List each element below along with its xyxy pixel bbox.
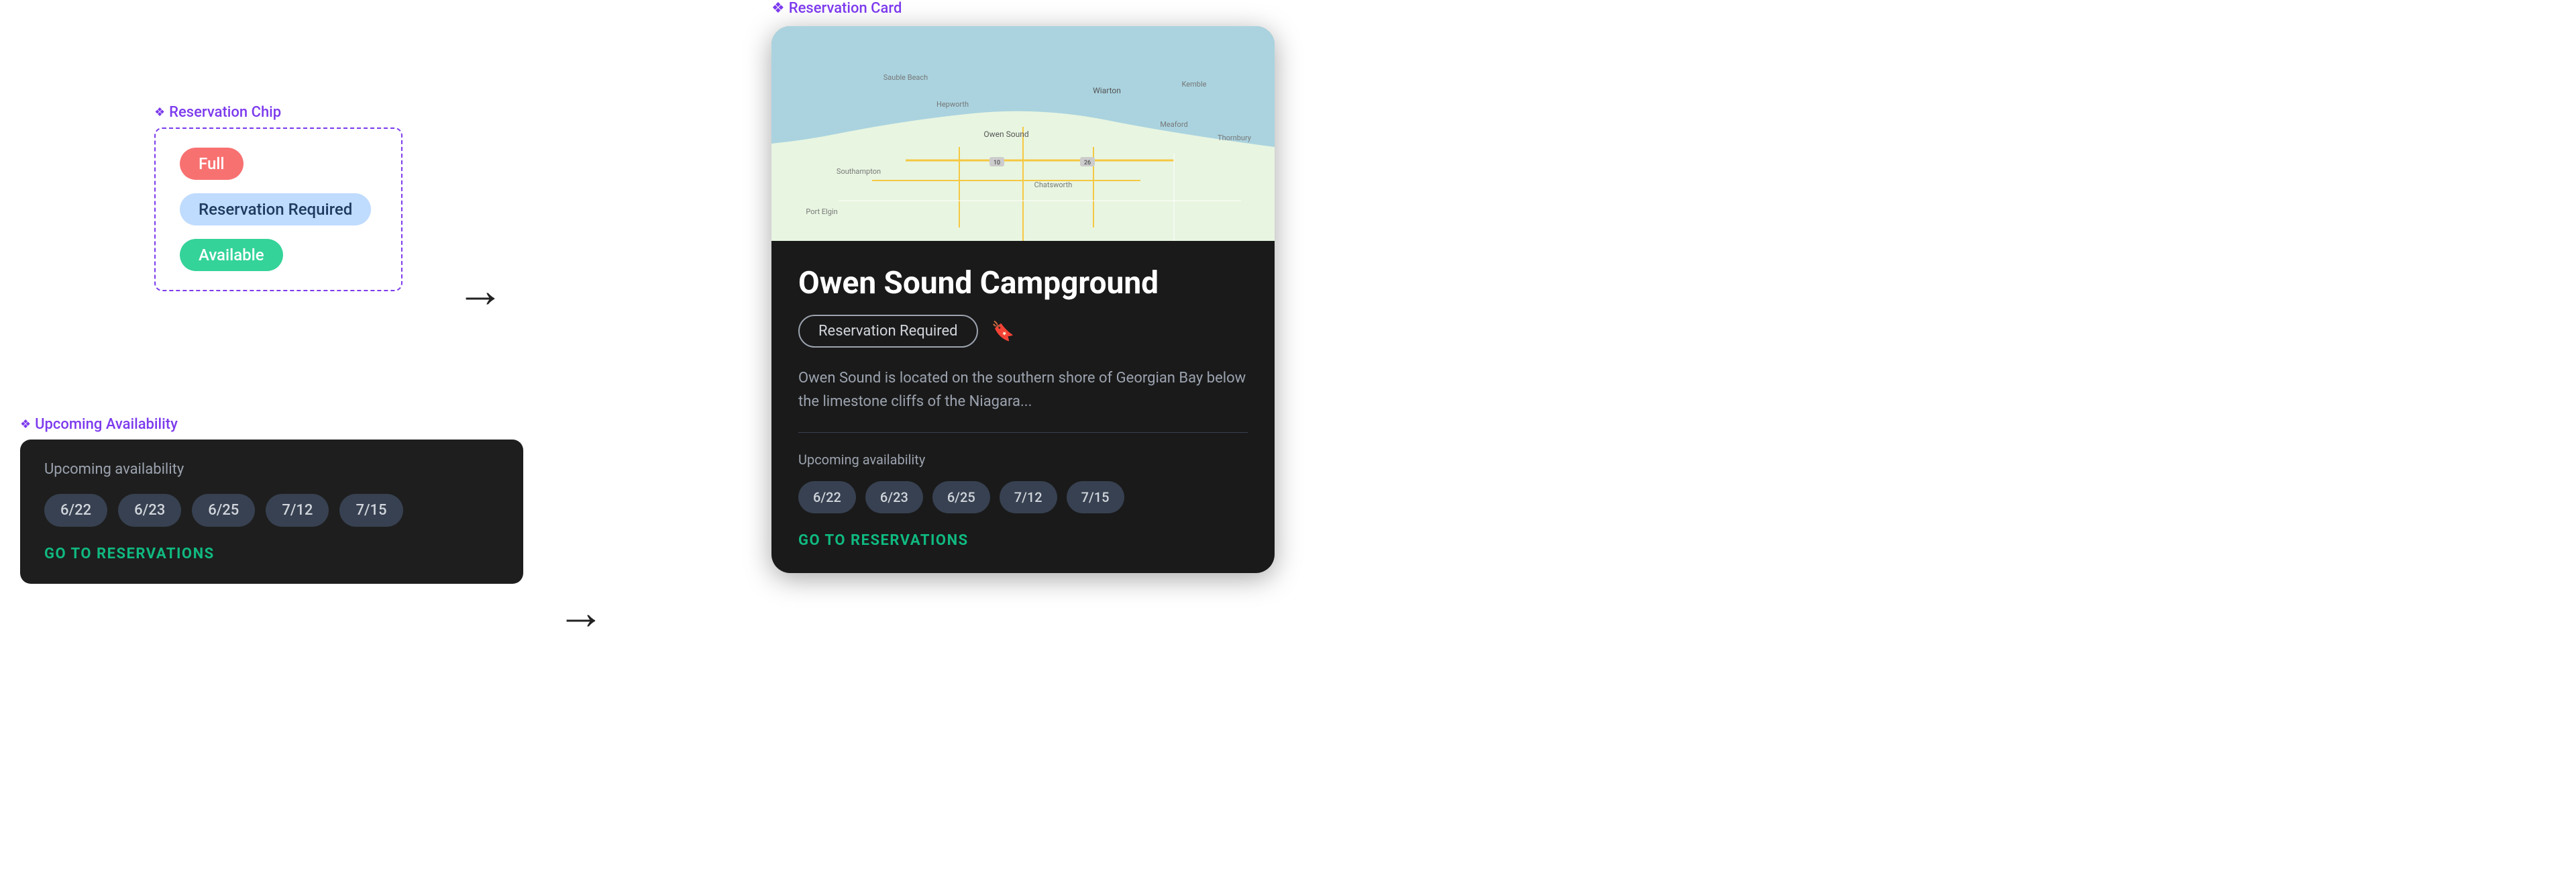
card-date-chip-0[interactable]: 6/22 xyxy=(798,481,856,513)
chip-reservation[interactable]: Reservation Required xyxy=(180,193,371,225)
date-chip-1[interactable]: 6/23 xyxy=(118,494,181,527)
upcoming-section: ❖ Upcoming Availability Upcoming availab… xyxy=(20,416,523,584)
chip-box: Full Reservation Required Available xyxy=(154,127,402,291)
svg-text:Hepworth: Hepworth xyxy=(936,100,969,109)
reservation-card-section: ❖ Reservation Card Ow xyxy=(771,0,1275,573)
card-upcoming-label: Upcoming availability xyxy=(798,452,1248,468)
campground-description: Owen Sound is located on the southern sh… xyxy=(798,366,1248,413)
map-area: Owen Sound Meaford Southampton Wiarton S… xyxy=(771,26,1275,241)
date-chip-0[interactable]: 6/22 xyxy=(44,494,107,527)
svg-text:Chatsworth: Chatsworth xyxy=(1034,181,1073,189)
svg-text:Owen Sound: Owen Sound xyxy=(983,130,1028,139)
svg-text:Meaford: Meaford xyxy=(1160,120,1187,129)
svg-text:Sauble Beach: Sauble Beach xyxy=(883,73,928,82)
diamond-icon: ❖ xyxy=(154,105,165,119)
date-chip-2[interactable]: 6/25 xyxy=(192,494,255,527)
card-date-chips-row: 6/22 6/23 6/25 7/12 7/15 xyxy=(798,481,1248,513)
svg-text:Kemble: Kemble xyxy=(1182,80,1207,89)
card-date-chip-3[interactable]: 7/12 xyxy=(1000,481,1057,513)
date-chip-3[interactable]: 7/12 xyxy=(266,494,329,527)
card-chips-row: Reservation Required 🔖 xyxy=(798,315,1248,348)
card-diamond-icon: ❖ xyxy=(771,0,785,17)
card-content: Owen Sound Campground Reservation Requir… xyxy=(771,241,1275,573)
card-go-reservations-button[interactable]: GO TO RESERVATIONS xyxy=(798,532,1248,549)
chip-section-label: ❖ Reservation Chip xyxy=(154,104,402,121)
bookmark-icon[interactable]: 🔖 xyxy=(991,320,1015,342)
arrow-chip-to-card xyxy=(456,262,504,319)
svg-text:26: 26 xyxy=(1084,160,1091,166)
card-date-chip-1[interactable]: 6/23 xyxy=(865,481,923,513)
campground-name: Owen Sound Campground xyxy=(798,265,1248,301)
card-date-chip-2[interactable]: 6/25 xyxy=(932,481,990,513)
upcoming-box: Upcoming availability 6/22 6/23 6/25 7/1… xyxy=(20,440,523,584)
svg-text:10: 10 xyxy=(994,160,1000,166)
card-chip-reservation[interactable]: Reservation Required xyxy=(798,315,978,348)
reservation-card: Owen Sound Meaford Southampton Wiarton S… xyxy=(771,26,1275,573)
map-svg: Owen Sound Meaford Southampton Wiarton S… xyxy=(771,26,1275,241)
arrow-upcoming-to-card xyxy=(557,584,605,641)
chip-section: ❖ Reservation Chip Full Reservation Requ… xyxy=(154,104,402,291)
go-reservations-button[interactable]: GO TO RESERVATIONS xyxy=(44,546,499,562)
chip-full[interactable]: Full xyxy=(180,148,244,180)
date-chips-row: 6/22 6/23 6/25 7/12 7/15 xyxy=(44,494,499,527)
chip-available[interactable]: Available xyxy=(180,239,283,271)
svg-text:Southampton: Southampton xyxy=(837,167,881,176)
svg-text:Thornbury: Thornbury xyxy=(1218,134,1252,142)
svg-text:Wiarton: Wiarton xyxy=(1093,86,1121,95)
upcoming-diamond-icon: ❖ xyxy=(20,417,31,431)
upcoming-section-label: ❖ Upcoming Availability xyxy=(20,416,523,433)
date-chip-4[interactable]: 7/15 xyxy=(339,494,402,527)
svg-text:Port Elgin: Port Elgin xyxy=(806,207,837,216)
upcoming-label-text: Upcoming availability xyxy=(44,461,499,478)
card-section-label: ❖ Reservation Card xyxy=(771,0,1275,17)
card-date-chip-4[interactable]: 7/15 xyxy=(1067,481,1124,513)
divider xyxy=(798,432,1248,433)
